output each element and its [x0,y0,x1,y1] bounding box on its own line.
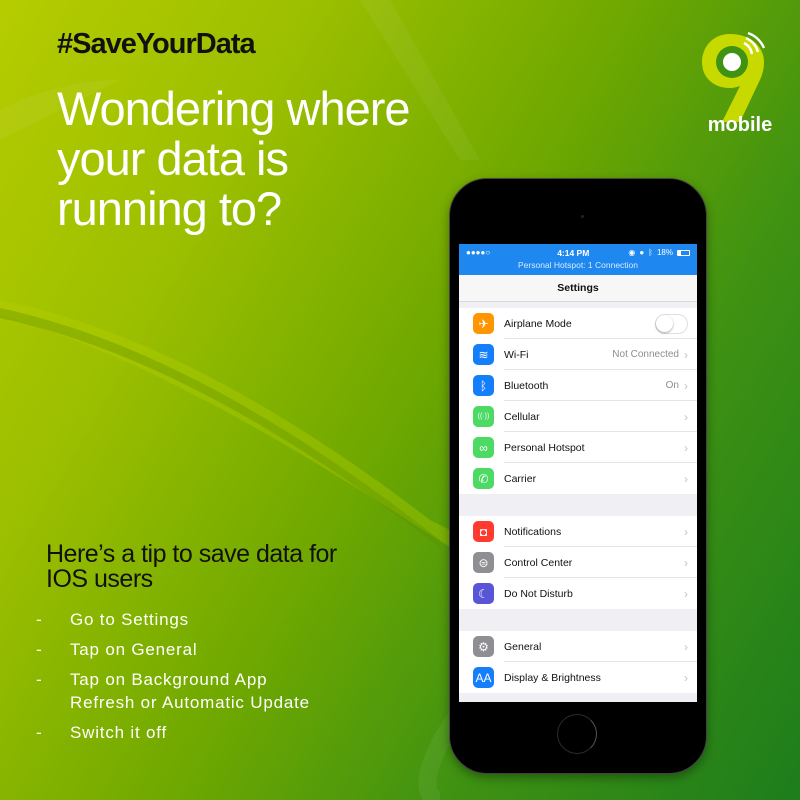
phone-icon: ✆ [473,468,494,489]
location-icon: ◉ [628,248,636,257]
tip-step: - Tap on General [36,640,198,659]
chevron-right-icon: › [684,555,688,570]
settings-row-label: Do Not Disturb [504,587,573,600]
settings-row-label: General [504,640,542,653]
tip-step: - Tap on Background App Refresh or Automa… [36,670,310,712]
tip-step: - Switch it off [36,723,168,742]
status-time: 4:14 PM [557,247,590,258]
settings-row-carrier[interactable]: ✆ Carrier › [459,463,697,494]
wifi-icon: ≋ [473,344,494,365]
hotspot-banner[interactable]: Personal Hotspot: 1 Connection [459,260,697,270]
chevron-right-icon: › [684,524,688,539]
settings-row-display-brightness[interactable]: AA Display & Brightness › [459,662,697,693]
settings-row-wi-fi[interactable]: ≋ Wi-Fi Not Connected › [459,339,697,370]
settings-row-label: Carrier [504,472,537,485]
tip-steps: - Go to Settings - Tap on General - Tap on … [36,608,330,751]
settings-group-general: ⚙ General › AA Display & Brightness › [459,631,697,693]
airplane-mode-toggle[interactable] [655,313,688,334]
settings-row-label: Wi-Fi [504,348,529,361]
settings-row-do-not-disturb[interactable]: ☾ Do Not Disturb › [459,578,697,609]
chevron-right-icon: › [684,347,688,362]
settings-row-general[interactable]: ⚙ General › [459,631,697,662]
settings-row-label: Notifications [504,525,562,538]
settings-row-label: Bluetooth [504,379,549,392]
notifications-icon: ◘ [473,521,494,542]
settings-row-label: Airplane Mode [504,317,572,330]
display-icon: AA [473,667,494,688]
tip-step: - Go to Settings [36,610,189,629]
bluetooth-icon: ᛒ [648,248,653,257]
iphone-mockup: ●●●●○ 4:14 PM ◉ ● ᛒ 18% Personal Hotspot… [449,178,707,774]
control-center-icon: ⊜ [473,552,494,573]
front-camera [581,215,584,218]
settings-row-label: Control Center [504,556,573,569]
hotspot-icon: ∞ [473,437,494,458]
home-button[interactable] [557,714,597,754]
battery-percent: 18% [656,248,673,257]
tip-title: Here’s a tip to save data for IOS users [46,540,337,593]
settings-row-value: Not Connected [612,349,679,360]
settings-row-personal-hotspot[interactable]: ∞ Personal Hotspot › [459,432,697,463]
brand-name: mobile [707,114,773,136]
promo-canvas: #SaveYourData Wondering where your data … [0,0,800,800]
settings-row-label: Display & Brightness [504,671,601,684]
settings-group-notifications: ◘ Notifications › ⊜ Control Center › ☾ Do Not D… [459,516,697,609]
phone-screen: ●●●●○ 4:14 PM ◉ ● ᛒ 18% Personal Hotspot… [459,244,697,702]
settings-row-airplane-mode[interactable]: ✈ Airplane Mode [459,308,697,339]
chevron-right-icon: › [684,378,688,393]
chevron-right-icon: › [684,586,688,601]
airplane-icon: ✈ [473,313,494,334]
settings-row-notifications[interactable]: ◘ Notifications › [459,516,697,547]
battery-icon [676,249,690,256]
chevron-right-icon: › [684,471,688,486]
settings-row-label: Personal Hotspot [504,441,585,454]
chevron-right-icon: › [684,670,688,685]
settings-row-bluetooth[interactable]: ᛒ Bluetooth On › [459,370,697,401]
status-bar: ●●●●○ 4:14 PM ◉ ● ᛒ 18% Personal Hotspot… [459,244,697,275]
gear-icon: ⚙ [473,636,494,657]
headline: Wondering where your data is running to? [57,82,411,235]
moon-icon: ☾ [473,583,494,604]
settings-title: Settings [459,275,697,302]
chevron-right-icon: › [684,639,688,654]
alarm-icon: ● [639,248,645,257]
signal-strength-icon: ●●●●○ [466,248,491,257]
chevron-right-icon: › [684,440,688,455]
settings-row-cellular[interactable]: ((·)) Cellular › [459,401,697,432]
bluetooth-icon: ᛒ [473,375,494,396]
chevron-right-icon: › [684,409,688,424]
settings-row-value: On [665,380,679,391]
cellular-icon: ((·)) [473,406,494,427]
settings-row-label: Cellular [504,410,540,423]
settings-row-control-center[interactable]: ⊜ Control Center › [459,547,697,578]
hashtag: #SaveYourData [57,28,256,60]
settings-group-connectivity: ✈ Airplane Mode ≋ Wi-Fi Not Connected › ᛒ Bluet… [459,308,697,494]
